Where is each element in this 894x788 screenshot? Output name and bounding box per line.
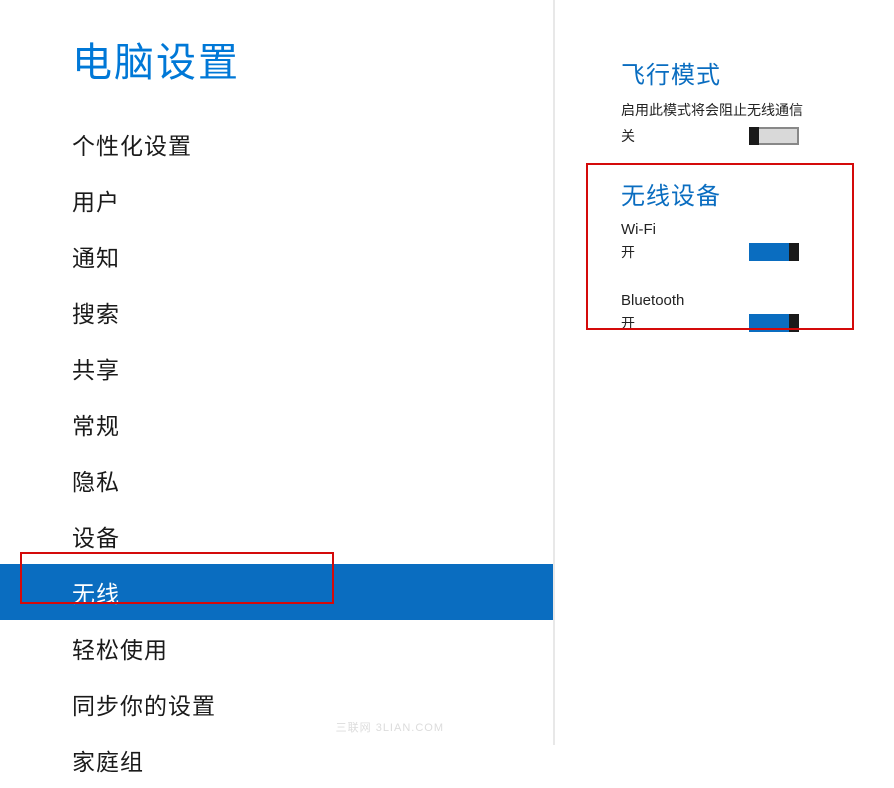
airplane-mode-state: 关	[621, 126, 635, 146]
wireless-device-bluetooth: Bluetooth 开	[621, 292, 864, 333]
airplane-mode-toggle-row: 关	[621, 126, 799, 146]
device-toggle-row: 开	[621, 242, 799, 262]
sidebar-item-5[interactable]: 常规	[0, 396, 553, 452]
airplane-mode-toggle[interactable]	[749, 127, 799, 145]
toggle-knob	[789, 314, 799, 332]
sidebar-item-8[interactable]: 无线	[0, 564, 553, 620]
device-state: 开	[621, 313, 635, 333]
sidebar-item-1[interactable]: 用户	[0, 172, 553, 228]
airplane-mode-title: 飞行模式	[621, 55, 864, 90]
toggle-knob	[749, 127, 759, 145]
wireless-devices-section: 无线设备 Wi-Fi 开 Bluetooth 开	[621, 176, 864, 333]
sidebar-item-2[interactable]: 通知	[0, 228, 553, 284]
wireless-device-wi-fi: Wi-Fi 开	[621, 221, 864, 262]
device-toggle-bluetooth[interactable]	[749, 314, 799, 332]
watermark-text: 三联网 3LIAN.COM	[336, 719, 444, 735]
device-toggle-wi-fi[interactable]	[749, 243, 799, 261]
device-label: Wi-Fi	[621, 221, 864, 238]
page-title: 电脑设置	[0, 30, 553, 88]
toggle-knob	[789, 243, 799, 261]
wireless-devices-title: 无线设备	[621, 176, 864, 211]
airplane-mode-section: 飞行模式 启用此模式将会阻止无线通信 关	[621, 55, 864, 146]
sidebar-item-10[interactable]: 同步你的设置	[0, 676, 553, 732]
device-state: 开	[621, 242, 635, 262]
sidebar-item-3[interactable]: 搜索	[0, 284, 553, 340]
sidebar-nav-list: 个性化设置用户通知搜索共享常规隐私设备无线轻松使用同步你的设置家庭组	[0, 116, 553, 788]
sidebar-item-9[interactable]: 轻松使用	[0, 620, 553, 676]
device-toggle-row: 开	[621, 313, 799, 333]
sidebar-item-7[interactable]: 设备	[0, 508, 553, 564]
sidebar-item-4[interactable]: 共享	[0, 340, 553, 396]
sidebar-item-11[interactable]: 家庭组	[0, 732, 553, 788]
device-label: Bluetooth	[621, 292, 864, 309]
airplane-mode-desc: 启用此模式将会阻止无线通信	[621, 100, 864, 120]
settings-content: 飞行模式 启用此模式将会阻止无线通信 关 无线设备 Wi-Fi开Bluetoot…	[553, 0, 894, 745]
sidebar-item-0[interactable]: 个性化设置	[0, 116, 553, 172]
sidebar-item-6[interactable]: 隐私	[0, 452, 553, 508]
settings-sidebar: 电脑设置 个性化设置用户通知搜索共享常规隐私设备无线轻松使用同步你的设置家庭组	[0, 0, 553, 745]
